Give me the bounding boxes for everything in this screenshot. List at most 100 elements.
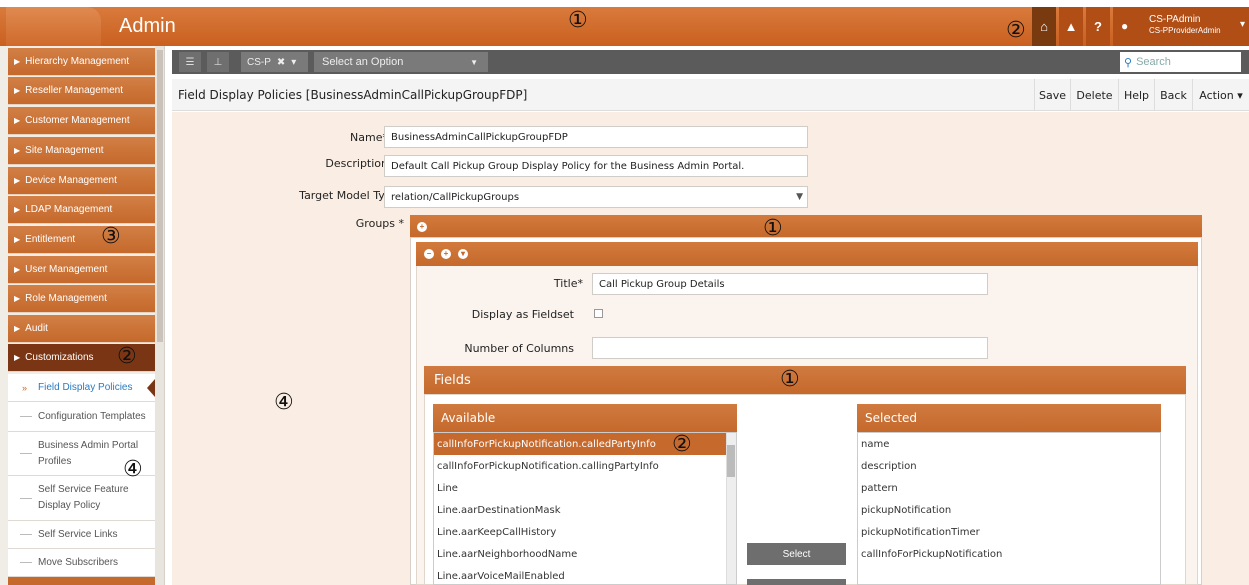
caret-right-icon: ▶ (14, 294, 21, 303)
caret-right-icon: ▶ (14, 205, 21, 214)
list-view-icon[interactable]: ☰ (179, 52, 201, 72)
home-button[interactable]: ⌂ (1032, 7, 1056, 46)
title-field[interactable]: Call Pickup Group Details (592, 273, 988, 295)
chevron-down-icon[interactable]: ▾ (291, 57, 296, 68)
user-menu[interactable]: ● CS-PAdmin CS-PProviderAdmin ▾ (1113, 7, 1249, 46)
caret-right-icon: ▶ (14, 57, 21, 66)
list-item[interactable]: callInfoForPickupNotification (858, 543, 1160, 565)
page-title: Field Display Policies [BusinessAdminCal… (178, 88, 528, 102)
name-field[interactable]: BusinessAdminCallPickupGroupFDP (384, 126, 808, 148)
bullet-icon: » (22, 382, 28, 393)
logo[interactable] (6, 7, 101, 46)
help-button[interactable]: Help (1118, 79, 1154, 111)
caret-right-icon: ▶ (14, 235, 21, 244)
top-header: Admin ⌂ ▲ ? ● CS-PAdmin CS-PProviderAdmi… (0, 0, 1249, 46)
description-value: Default Call Pickup Group Display Policy… (391, 160, 745, 172)
back-button[interactable]: Back (1154, 79, 1192, 111)
save-button[interactable]: Save (1034, 79, 1070, 111)
search-input[interactable]: ⚲ Search (1120, 52, 1241, 72)
alerts-button[interactable]: ▲ (1059, 7, 1083, 46)
sidebar-item-label: Hierarchy Management (25, 56, 130, 67)
close-icon[interactable]: ✖ (277, 57, 285, 68)
caret-right-icon: ▶ (14, 176, 21, 185)
title-value: Call Pickup Group Details (599, 278, 725, 290)
name-label: Name* (350, 131, 388, 144)
annotation-marker: ① (780, 367, 800, 392)
selected-heading: Selected (857, 404, 1161, 432)
sidebar-scroll-thumb[interactable] (157, 50, 163, 342)
title-bar: Field Display Policies [BusinessAdminCal… (172, 79, 1249, 111)
remove-group-button[interactable]: − (424, 249, 434, 259)
selected-list[interactable]: name description pattern pickupNotificat… (857, 432, 1161, 585)
list-item[interactable]: Line.aarVoiceMailEnabled (434, 565, 736, 584)
app-title: Admin (119, 15, 176, 37)
target-model-type-label: Target Model Type* (299, 189, 404, 202)
chevron-down-icon: ▼ (470, 57, 478, 67)
action-menu-button[interactable]: Action ▾ (1192, 79, 1249, 111)
hierarchy-chip[interactable]: CS-P ✖ ▾ (241, 52, 308, 72)
header-bar: Admin ⌂ ▲ ? ● CS-PAdmin CS-PProviderAdmi… (0, 7, 1249, 46)
sidebar-item-device-management[interactable]: ▶ Device Management (8, 167, 155, 195)
fields-heading-label: Fields (434, 372, 471, 388)
list-item[interactable]: Line.aarDestinationMask (434, 499, 736, 521)
sidebar-subitem-self-service-feature-display-policy[interactable]: Self Service Feature Display Policy (8, 476, 155, 521)
available-list-scroll-thumb[interactable] (727, 445, 735, 477)
number-of-columns-field[interactable] (592, 337, 988, 359)
sidebar-item-audit[interactable]: ▶ Audit (8, 315, 155, 343)
add-group-button[interactable]: + (417, 222, 427, 232)
list-item[interactable]: Line.aarNeighborhoodName (434, 543, 736, 565)
sidebar-item-next[interactable] (8, 577, 155, 585)
sidebar-item-label: Audit (25, 323, 48, 334)
target-model-type-select[interactable]: relation/CallPickupGroups ▼ (384, 186, 808, 208)
sidebar-subitem-configuration-templates[interactable]: Configuration Templates (8, 402, 155, 432)
description-field[interactable]: Default Call Pickup Group Display Policy… (384, 155, 808, 177)
sidebar-item-reseller-management[interactable]: ▶ Reseller Management (8, 77, 155, 105)
display-as-fieldset-label: Display as Fieldset (471, 308, 574, 321)
help-button[interactable]: ? (1086, 7, 1110, 46)
list-item[interactable]: Line.aarKeepCallHistory (434, 521, 736, 543)
fields-heading: Fields (424, 366, 1186, 394)
list-item[interactable]: pickupNotification (858, 499, 1160, 521)
sidebar-item-user-management[interactable]: ▶ User Management (8, 256, 155, 284)
sidebar-subitem-move-subscribers[interactable]: Move Subscribers (8, 549, 155, 577)
sidebar-item-role-management[interactable]: ▶ Role Management (8, 285, 155, 313)
home-icon: ⌂ (1040, 19, 1048, 34)
list-item[interactable]: pattern (858, 477, 1160, 499)
user-icon: ● (1121, 19, 1129, 33)
list-item[interactable]: description (858, 455, 1160, 477)
list-item[interactable]: callInfoForPickupNotification.callingPar… (434, 455, 736, 477)
sidebar-item-label: Device Management (25, 175, 117, 186)
collapse-group-button[interactable]: ▾ (458, 249, 468, 259)
display-as-fieldset-checkbox[interactable] (594, 309, 603, 318)
selected-heading-label: Selected (865, 411, 918, 425)
title-label: Title* (553, 277, 583, 290)
available-heading: Available (433, 404, 737, 432)
help-icon: ? (1094, 19, 1102, 34)
delete-button[interactable]: Delete (1070, 79, 1118, 111)
tree-line (20, 453, 32, 454)
annotation-marker: ② (117, 344, 137, 369)
hierarchy-select[interactable]: Select an Option ▼ (314, 52, 488, 72)
tree-view-icon[interactable]: ⊥ (207, 52, 229, 72)
sidebar-item-entitlement[interactable]: ▶ Entitlement (8, 226, 155, 254)
deselect-button[interactable] (747, 579, 846, 585)
annotation-marker: ④ (123, 457, 143, 482)
sidebar-item-label: User Management (25, 264, 108, 275)
user-role: CS-PProviderAdmin (1149, 26, 1221, 35)
hierarchy-chip-label: CS-P (247, 56, 271, 68)
groups-label: Groups * (355, 217, 404, 230)
sidebar-subitem-field-display-policies[interactable]: » Field Display Policies (8, 374, 155, 402)
select-button[interactable]: Select (747, 543, 846, 565)
caret-right-icon: ▶ (14, 324, 21, 333)
list-item[interactable]: pickupNotificationTimer (858, 521, 1160, 543)
add-sibling-group-button[interactable]: + (441, 249, 451, 259)
sidebar-item-hierarchy-management[interactable]: ▶ Hierarchy Management (8, 48, 155, 76)
tree-line (20, 498, 32, 499)
annotation-marker: ③ (101, 224, 121, 249)
sidebar-subitem-self-service-links[interactable]: Self Service Links (8, 521, 155, 549)
sidebar-item-customer-management[interactable]: ▶ Customer Management (8, 107, 155, 135)
list-item[interactable]: Line (434, 477, 736, 499)
sidebar-item-site-management[interactable]: ▶ Site Management (8, 137, 155, 165)
list-item[interactable]: name (858, 433, 1160, 455)
sidebar-item-ldap-management[interactable]: ▶ LDAP Management (8, 196, 155, 224)
